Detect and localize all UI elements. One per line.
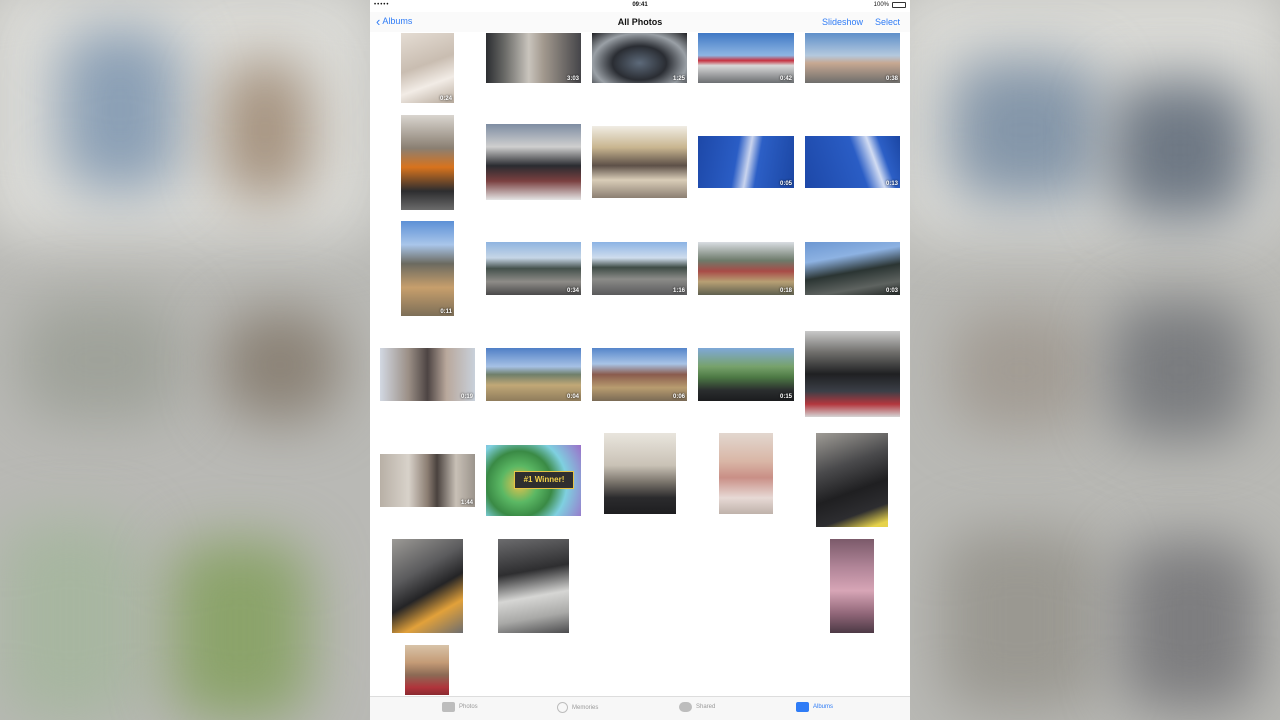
photo-thumbnail[interactable]: 0:04 [486, 348, 581, 401]
photo-thumbnail[interactable]: 0:03 [805, 242, 900, 295]
battery-icon [892, 2, 906, 8]
status-bar: ••••• 09:41 100% [370, 0, 910, 12]
photo-thumbnail[interactable] [719, 433, 773, 514]
blurred-background-left [0, 0, 370, 720]
video-duration: 0:03 [885, 288, 898, 294]
tab-memories[interactable]: Memories [557, 702, 598, 713]
slideshow-button[interactable]: Slideshow [822, 17, 863, 27]
photo-thumbnail[interactable]: 0:18 [698, 242, 794, 295]
photo-thumbnail[interactable]: 0:24 [401, 33, 454, 103]
photo-thumbnail[interactable] [405, 645, 449, 695]
photo-thumbnail[interactable]: 1:16 [592, 242, 687, 295]
photo-thumbnail[interactable] [392, 539, 463, 633]
tab-label: Albums [813, 704, 834, 710]
photo-thumbnail[interactable] [486, 124, 581, 200]
photo-thumbnail[interactable]: 0:13 [805, 136, 900, 188]
photo-thumbnail[interactable]: 3:03 [486, 33, 581, 83]
tab-albums[interactable]: Albums [796, 702, 833, 712]
video-duration: 0:18 [779, 288, 792, 294]
status-time: 09:41 [632, 2, 648, 8]
photo-thumbnail[interactable] [830, 539, 874, 633]
photo-thumbnail[interactable] [498, 539, 569, 633]
video-duration: 0:42 [779, 76, 792, 82]
photos-icon [442, 702, 455, 712]
video-duration: 0:13 [885, 181, 898, 187]
video-duration: 0:04 [566, 394, 579, 400]
tab-label: Photos [459, 704, 478, 710]
photo-thumbnail[interactable]: 0:42 [698, 33, 794, 83]
navbar-actions: Slideshow Select [822, 17, 900, 27]
status-right: 100% [874, 2, 906, 8]
photo-thumbnail[interactable]: 1:44 [380, 454, 475, 507]
tab-shared[interactable]: Shared [679, 702, 715, 712]
photo-thumbnail[interactable] [805, 331, 900, 417]
photo-thumbnail[interactable]: 0:11 [401, 221, 454, 316]
blurred-background-right [910, 0, 1280, 720]
video-duration: 0:19 [460, 394, 473, 400]
photo-thumbnail[interactable] [604, 433, 676, 514]
photo-thumbnail[interactable]: 0:05 [698, 136, 794, 188]
winner-banner: #1 Winner! [514, 471, 574, 489]
game-screenshot-thumbnail[interactable]: #1 Winner! [486, 445, 581, 516]
battery-percent: 100% [873, 2, 889, 8]
tab-bar: Photos Memories Shared Albums [370, 696, 910, 720]
memories-icon [557, 702, 568, 713]
video-duration: 1:16 [672, 288, 685, 294]
photo-thumbnail[interactable] [592, 126, 687, 198]
albums-icon [796, 702, 809, 712]
photo-thumbnail[interactable]: 0:19 [380, 348, 475, 401]
photo-thumbnail[interactable]: 0:06 [592, 348, 687, 401]
video-duration: 1:25 [672, 76, 685, 82]
video-duration: 0:38 [885, 76, 898, 82]
video-duration: 0:24 [439, 96, 452, 102]
navigation-bar: ‹ Albums All Photos Slideshow Select [370, 12, 910, 32]
video-duration: 0:05 [779, 181, 792, 187]
video-duration: 1:44 [460, 500, 473, 506]
cloud-icon [679, 702, 692, 712]
video-duration: 0:15 [779, 394, 792, 400]
photo-thumbnail[interactable]: 0:34 [486, 242, 581, 295]
select-button[interactable]: Select [875, 17, 900, 27]
video-duration: 0:34 [566, 288, 579, 294]
tab-photos[interactable]: Photos [442, 702, 478, 712]
video-duration: 0:06 [672, 394, 685, 400]
ipad-screen: ••••• 09:41 100% ‹ Albums All Photos Sli… [370, 0, 910, 720]
photo-thumbnail[interactable] [816, 433, 888, 527]
photo-thumbnail[interactable]: 0:38 [805, 33, 900, 83]
tab-label: Shared [696, 704, 716, 710]
photo-thumbnail[interactable]: 0:15 [698, 348, 794, 401]
photo-thumbnail[interactable] [401, 115, 454, 210]
photo-thumbnail[interactable]: 1:25 [592, 33, 687, 83]
video-duration: 3:03 [566, 76, 579, 82]
tab-label: Memories [572, 704, 599, 711]
video-duration: 0:11 [440, 309, 452, 315]
